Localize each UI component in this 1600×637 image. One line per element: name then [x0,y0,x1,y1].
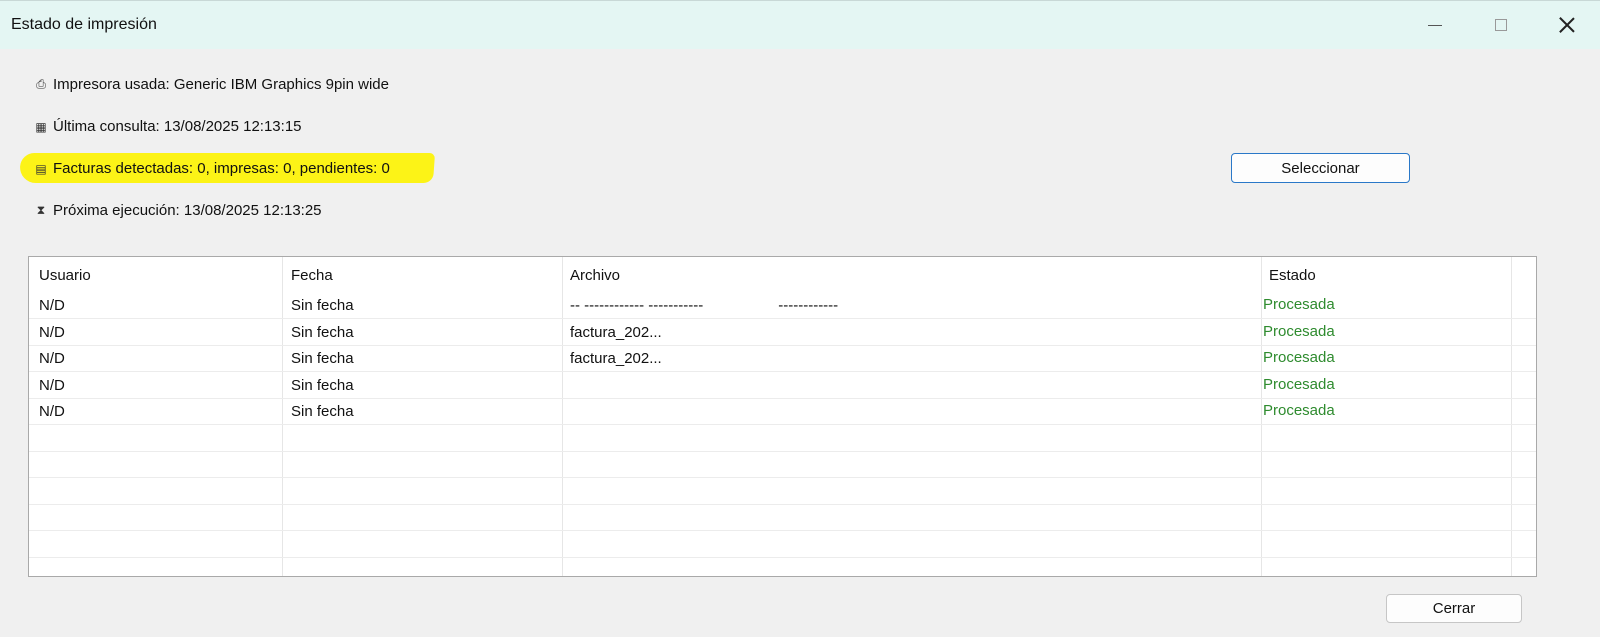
printer-text: Impresora usada: Generic IBM Graphics 9p… [53,76,389,93]
row-divider [29,530,1536,531]
column-header-archivo[interactable]: Archivo [570,267,620,284]
print-status-window: Estado de impresión ⎙ Impresora usada: G… [0,0,1600,637]
cell-estado: Procesada [1263,323,1335,340]
row-divider [29,345,1536,346]
cell-fecha: Sin fecha [291,324,354,341]
close-button[interactable]: Cerrar [1386,594,1522,623]
select-button[interactable]: Seleccionar [1231,153,1410,183]
calendar-icon: ▦ [35,119,47,134]
cell-archivo: factura_202... [570,350,662,367]
cell-usuario: N/D [39,403,65,420]
cell-estado: Procesada [1263,376,1335,393]
invoice-table[interactable]: Usuario Fecha Archivo Estado N/D Sin fec… [28,256,1537,577]
column-header-usuario[interactable]: Usuario [39,267,91,284]
cell-usuario: N/D [39,377,65,394]
printer-icon: ⎙ [36,77,46,91]
cell-usuario: N/D [39,324,65,341]
invoices-info: ▤ Facturas detectadas: 0, impresas: 0, p… [34,160,390,177]
row-divider [29,504,1536,505]
cell-estado: Procesada [1263,402,1335,419]
row-divider [29,398,1536,399]
close-icon [1559,17,1575,33]
minimize-icon [1428,24,1442,26]
invoices-text: Facturas detectadas: 0, impresas: 0, pen… [53,160,390,177]
cell-fecha: Sin fecha [291,377,354,394]
cell-archivo: factura_202... [570,324,662,341]
cell-usuario: N/D [39,297,65,314]
row-divider [29,451,1536,452]
hourglass-icon: ⧗ [36,203,46,217]
column-divider [562,257,563,576]
cell-usuario: N/D [39,350,65,367]
window-title: Estado de impresión [11,16,157,33]
row-divider [29,424,1536,425]
column-divider [282,257,283,576]
cell-fecha: Sin fecha [291,350,354,367]
row-divider [29,477,1536,478]
cell-archivo: -- ------------ ----------- ------------ [570,297,839,314]
row-divider [29,318,1536,319]
column-divider [1261,257,1262,576]
document-icon: ▤ [35,161,47,176]
column-header-estado[interactable]: Estado [1269,267,1316,284]
maximize-icon [1495,19,1507,31]
printer-info: ⎙ Impresora usada: Generic IBM Graphics … [34,76,389,93]
maximize-button[interactable] [1478,7,1524,43]
next-run-info: ⧗ Próxima ejecución: 13/08/2025 12:13:25 [34,202,322,219]
column-header-fecha[interactable]: Fecha [291,267,333,284]
row-divider [29,557,1536,558]
minimize-button[interactable] [1412,7,1458,43]
cell-estado: Procesada [1263,349,1335,366]
row-divider [29,371,1536,372]
last-query-info: ▦ Última consulta: 13/08/2025 12:13:15 [34,118,302,135]
cell-estado: Procesada [1263,296,1335,313]
last-query-text: Última consulta: 13/08/2025 12:13:15 [53,118,302,135]
column-divider [1511,257,1512,576]
cell-fecha: Sin fecha [291,297,354,314]
title-bar: Estado de impresión [0,0,1600,49]
close-window-button[interactable] [1544,7,1590,43]
cell-fecha: Sin fecha [291,403,354,420]
next-run-text: Próxima ejecución: 13/08/2025 12:13:25 [53,202,322,219]
